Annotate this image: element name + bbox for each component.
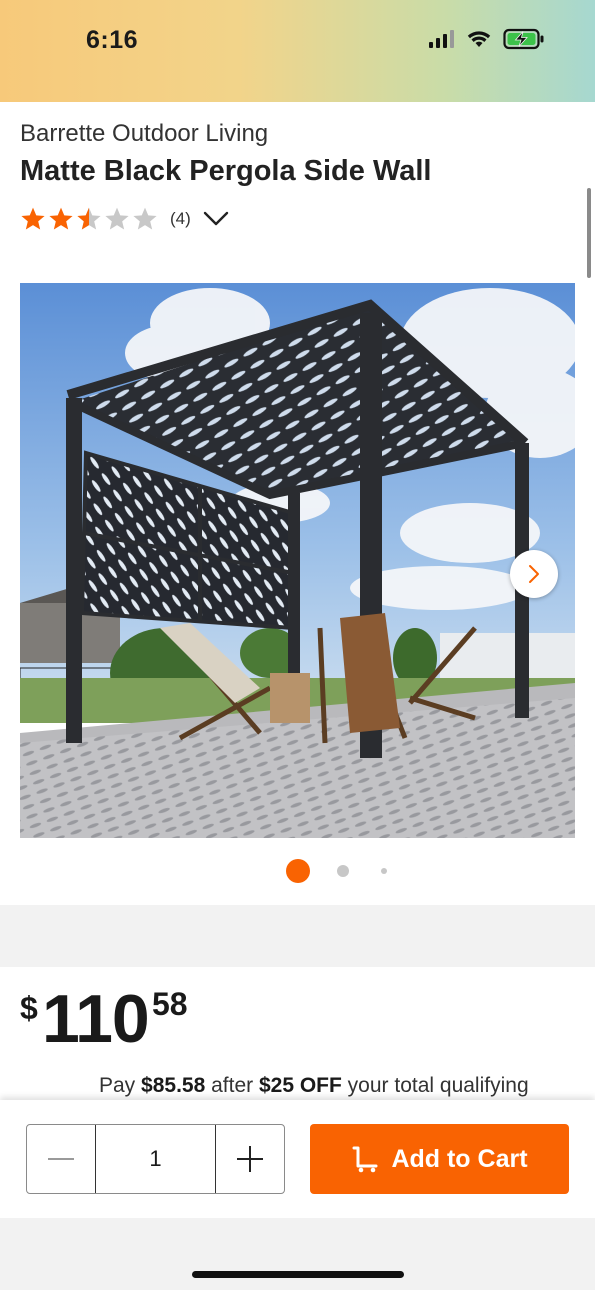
scrollbar[interactable]: [587, 188, 591, 278]
status-time: 6:16: [86, 26, 139, 54]
pergola-product-photo: [20, 283, 575, 838]
price-currency: $: [20, 990, 38, 1026]
carousel-dot[interactable]: [381, 868, 387, 874]
promo-suffix: your total qualifying: [341, 1074, 529, 1097]
section-divider: [0, 905, 595, 967]
promo-middle: after: [205, 1074, 259, 1097]
minus-icon: [48, 1158, 74, 1160]
product-image[interactable]: [20, 283, 575, 838]
plus-icon: [237, 1146, 263, 1172]
carousel-dot[interactable]: [337, 865, 349, 877]
carousel-dots: [0, 858, 595, 884]
home-indicator[interactable]: [192, 1271, 404, 1278]
brand-name[interactable]: Barrette Outdoor Living: [20, 120, 268, 148]
wifi-icon: [467, 30, 491, 53]
star-full-icon: [49, 207, 73, 230]
next-image-button[interactable]: [510, 550, 558, 598]
status-bar: 6:16: [0, 0, 595, 102]
carousel-dot-active[interactable]: [286, 859, 310, 883]
price-cents: 58: [152, 986, 188, 1022]
cart-icon: [352, 1146, 378, 1173]
chevron-down-icon[interactable]: [203, 211, 229, 227]
star-rating: [20, 206, 158, 232]
add-to-cart-button[interactable]: Add to Cart: [310, 1124, 569, 1194]
increase-quantity-button[interactable]: [216, 1125, 284, 1193]
star-empty-icon: [105, 207, 129, 230]
quantity-input[interactable]: [95, 1125, 216, 1193]
promo-amount: $85.58: [141, 1074, 206, 1097]
bottom-area: [0, 1218, 595, 1290]
chevron-right-icon: [529, 565, 539, 583]
status-icons: [429, 28, 545, 55]
rating-row[interactable]: (4): [20, 205, 229, 233]
promo-discount: $25 OFF: [258, 1074, 342, 1097]
promo-text[interactable]: Pay $85.58 after $25 OFF your total qual…: [99, 1074, 529, 1098]
battery-charging-icon: [503, 28, 545, 55]
star-full-icon: [21, 207, 45, 230]
add-to-cart-label: Add to Cart: [391, 1144, 528, 1173]
promo-prefix: Pay: [99, 1074, 142, 1097]
star-empty-icon: [133, 207, 157, 230]
decrease-quantity-button[interactable]: [27, 1125, 95, 1193]
quantity-stepper: [26, 1124, 285, 1194]
review-count[interactable]: (4): [170, 209, 191, 229]
product-title: Matte Black Pergola Side Wall: [20, 155, 432, 187]
cellular-signal-icon: [429, 30, 455, 53]
star-half-icon: [77, 207, 101, 230]
price-whole: 110: [42, 981, 150, 1057]
